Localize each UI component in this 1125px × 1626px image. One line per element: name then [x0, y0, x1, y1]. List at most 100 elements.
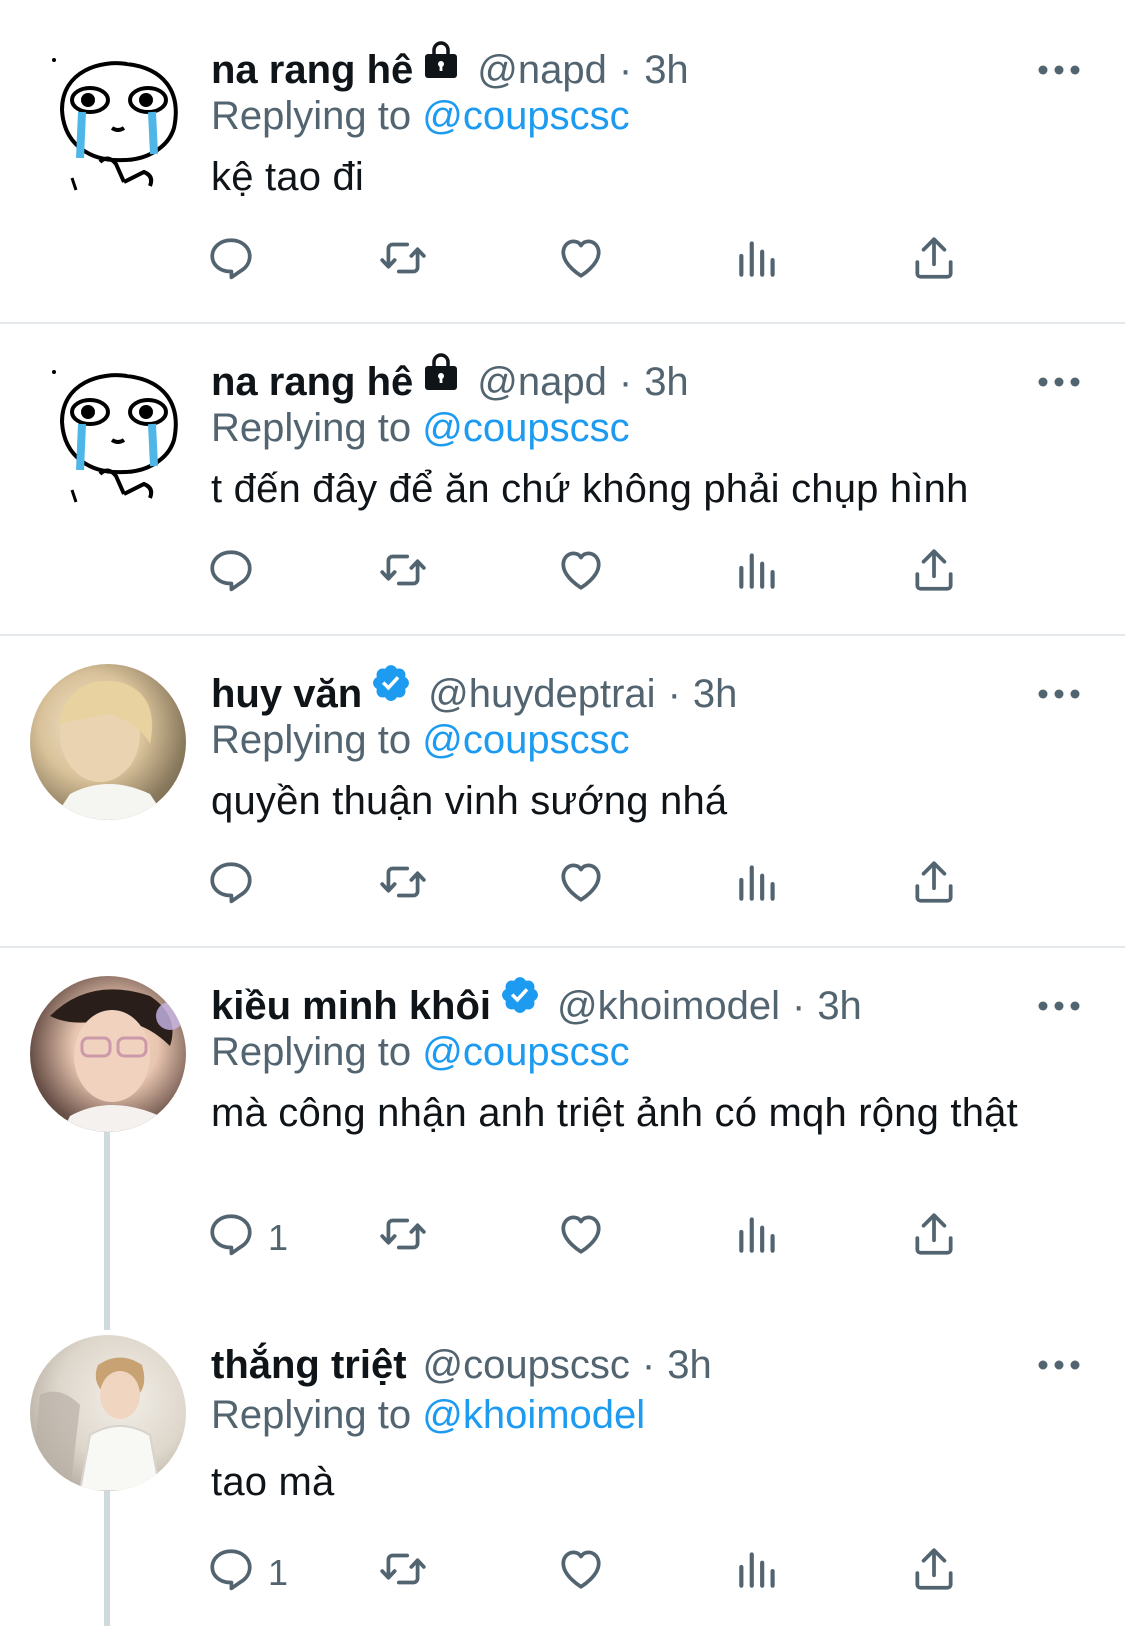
timestamp[interactable]: 3h — [817, 984, 862, 1028]
timestamp[interactable]: 3h — [693, 672, 738, 716]
analytics-button[interactable] — [733, 856, 783, 916]
reply-button[interactable]: 1 — [206, 1208, 288, 1268]
reply-button[interactable]: 1 — [206, 1543, 288, 1603]
share-button[interactable] — [909, 544, 959, 604]
separator: · — [618, 360, 633, 404]
retweet-icon — [378, 1544, 428, 1603]
like-icon — [556, 1544, 606, 1603]
username[interactable]: @napd — [477, 360, 607, 404]
display-name[interactable]: na rang hê — [211, 360, 413, 404]
like-button[interactable] — [556, 856, 606, 916]
replying-to-label: Replying to — [211, 718, 412, 762]
like-button[interactable] — [556, 232, 606, 292]
like-icon — [556, 233, 606, 292]
separator: · — [667, 672, 681, 716]
analytics-button[interactable] — [733, 544, 783, 604]
like-icon — [556, 857, 606, 916]
retweet-icon — [378, 233, 428, 292]
username[interactable]: @huydeptrai — [428, 672, 655, 716]
reply-count: 1 — [268, 1552, 289, 1593]
reply-button[interactable] — [206, 544, 256, 604]
share-button[interactable] — [909, 1208, 959, 1268]
replying-to: Replying to @coupscsc — [211, 1024, 630, 1080]
timestamp[interactable]: 3h — [667, 1343, 712, 1387]
analytics-icon — [733, 545, 783, 604]
avatar[interactable] — [42, 362, 192, 512]
reply-icon — [206, 1544, 256, 1603]
like-icon — [556, 545, 606, 604]
timestamp[interactable]: 3h — [644, 360, 689, 404]
tweet-text: mà công nhận anh triệt ảnh có mqh rộng t… — [211, 1091, 1018, 1135]
avatar[interactable] — [30, 664, 186, 820]
username[interactable]: @khoimodel — [557, 984, 780, 1028]
retweet-button[interactable] — [378, 232, 428, 292]
timestamp[interactable]: 3h — [644, 48, 689, 92]
action-bar: 1 — [211, 1208, 1011, 1268]
analytics-button[interactable] — [733, 1208, 783, 1268]
like-button[interactable] — [556, 1208, 606, 1268]
reply-button[interactable] — [206, 856, 256, 916]
analytics-icon — [733, 1544, 783, 1603]
replying-to-handle[interactable]: @coupscsc — [422, 406, 629, 450]
reply-icon — [206, 545, 256, 604]
tweet-header: thắng triệt @coupscsc · 3h — [211, 1335, 712, 1395]
retweet-icon — [378, 545, 428, 604]
display-name[interactable]: kiều minh khôi — [211, 984, 491, 1028]
like-icon — [556, 1209, 606, 1268]
display-name[interactable]: huy văn — [211, 672, 362, 716]
share-button[interactable] — [909, 232, 959, 292]
action-bar — [211, 544, 1011, 604]
display-name[interactable]: na rang hê — [211, 48, 413, 92]
replying-to-handle[interactable]: @khoimodel — [422, 1393, 645, 1437]
share-icon — [909, 1544, 959, 1603]
username[interactable]: @coupscsc — [423, 1343, 630, 1387]
replying-to-handle[interactable]: @coupscsc — [422, 1030, 629, 1074]
tweet-text: kệ tao đi — [211, 155, 365, 199]
replying-to-label: Replying to — [211, 1030, 412, 1074]
analytics-icon — [733, 857, 783, 916]
tweet-text: t đến đây để ăn chứ không phải chụp hình — [211, 467, 969, 511]
display-name[interactable]: thắng triệt — [211, 1343, 407, 1387]
like-button[interactable] — [556, 544, 606, 604]
more-options-icon[interactable] — [1033, 674, 1085, 714]
avatar[interactable] — [30, 1335, 186, 1491]
avatar[interactable] — [42, 50, 192, 200]
replying-to-handle[interactable]: @coupscsc — [422, 94, 629, 138]
analytics-icon — [733, 233, 783, 292]
separator: · — [791, 984, 806, 1028]
share-icon — [909, 857, 959, 916]
retweet-button[interactable] — [378, 1543, 428, 1603]
more-options-icon[interactable] — [1033, 1345, 1085, 1385]
more-options-icon[interactable] — [1033, 50, 1085, 90]
reply-button[interactable] — [206, 232, 256, 292]
analytics-icon — [733, 1209, 783, 1268]
username[interactable]: @napd — [477, 48, 607, 92]
replying-to-handle[interactable]: @coupscsc — [422, 718, 629, 762]
share-icon — [909, 545, 959, 604]
avatar[interactable] — [30, 976, 186, 1132]
separator: · — [641, 1343, 656, 1387]
reply-icon — [206, 1209, 256, 1268]
action-bar — [211, 232, 1011, 292]
reply-icon — [206, 233, 256, 292]
retweet-button[interactable] — [378, 1208, 428, 1268]
analytics-button[interactable] — [733, 232, 783, 292]
like-button[interactable] — [556, 1543, 606, 1603]
replying-to: Replying to @coupscsc — [211, 712, 630, 768]
retweet-button[interactable] — [378, 856, 428, 916]
retweet-icon — [378, 1209, 428, 1268]
thread-connector — [104, 1130, 110, 1330]
retweet-button[interactable] — [378, 544, 428, 604]
share-button[interactable] — [909, 856, 959, 916]
reply-icon — [206, 857, 256, 916]
divider — [0, 946, 1125, 948]
replying-to: Replying to @coupscsc — [211, 88, 630, 144]
divider — [0, 322, 1125, 324]
replying-to: Replying to @coupscsc — [211, 400, 630, 456]
analytics-button[interactable] — [733, 1543, 783, 1603]
tweet-text: quyền thuận vinh sướng nhá — [211, 779, 728, 823]
more-options-icon[interactable] — [1033, 362, 1085, 402]
action-bar: 1 — [211, 1543, 1011, 1603]
share-button[interactable] — [909, 1543, 959, 1603]
more-options-icon[interactable] — [1033, 986, 1085, 1026]
